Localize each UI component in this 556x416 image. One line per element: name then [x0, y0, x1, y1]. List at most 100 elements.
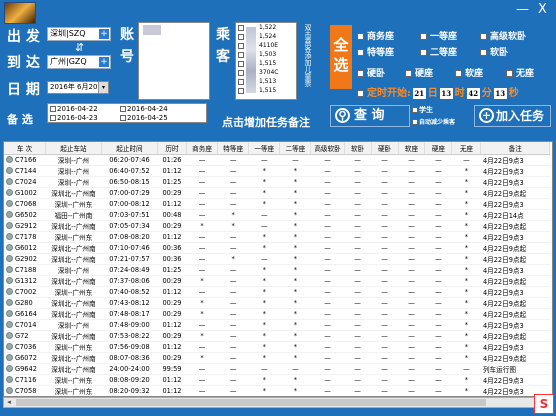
table-row[interactable]: G1002 深圳北--广州南 07:00-07:29 00:29— — * * — — — — — * 4…	[4, 187, 550, 199]
seat-hard-sleeper[interactable]: 硬卧	[357, 66, 385, 79]
to-station-input[interactable]: 广州|GZQ +	[47, 55, 111, 69]
train-number-cell[interactable]: C7178	[4, 231, 46, 243]
query-button[interactable]: ⚲ 查 询	[330, 105, 410, 127]
table-row[interactable]: G72 深圳北--广州南 07:53-08:22 00:29 * — * * — — — — — * 4月2…	[4, 330, 550, 342]
table-row[interactable]: G2902 深圳北--广州南 07:21-07:57 00:36— * — * — — — — — * 4…	[4, 253, 550, 265]
train-number-cell[interactable]: G6072	[4, 352, 46, 364]
row-radio-icon[interactable]	[6, 387, 13, 394]
row-radio-icon[interactable]	[6, 233, 13, 240]
row-radio-icon[interactable]	[6, 156, 13, 163]
seat-deluxe-soft-sleeper[interactable]: 高级软卧	[480, 29, 526, 42]
passenger-item[interactable]: 1,524	[238, 33, 276, 42]
scroll-left-icon[interactable]: ◂	[4, 398, 14, 407]
column-header[interactable]: 车 次	[4, 142, 46, 155]
table-row[interactable]: C7024 深圳--广州 06:50-08:15 01:25— — * * — — — — — * 4月2…	[4, 176, 550, 188]
alt-date-item[interactable]: 2016-04-24	[120, 105, 168, 113]
column-header[interactable]: 特等座	[217, 142, 250, 155]
column-header[interactable]: 起止车站	[45, 142, 102, 155]
student-option[interactable]: 学生	[412, 105, 433, 115]
from-station-dropdown-icon[interactable]: +	[99, 29, 109, 39]
row-radio-icon[interactable]	[6, 178, 13, 185]
row-radio-icon[interactable]	[6, 211, 13, 218]
alt-date-item[interactable]: 2016-04-22	[50, 105, 98, 113]
table-row[interactable]: C7166 深圳--广州 06:20-07:46 01:26— — — — — — — — — —4月2…	[4, 154, 550, 166]
table-row[interactable]: G9642 深圳北--广州南 24:00-24:00 99:59— — — — — — — — — — 列…	[4, 363, 550, 375]
column-header[interactable]: 硬座	[424, 142, 453, 155]
passenger-item[interactable]: 4110E	[238, 42, 278, 51]
seat-second-class[interactable]: 二等座	[420, 45, 457, 58]
table-row[interactable]: G6012 深圳北--广州南 07:10-07:46 00:36— — * * — — — — — * 4…	[4, 242, 550, 254]
alt-date-item[interactable]: 2016-04-25	[120, 114, 168, 122]
row-radio-icon[interactable]	[6, 288, 13, 295]
seat-soft-seat[interactable]: 软座	[455, 66, 483, 79]
column-header[interactable]: 商务座	[186, 142, 219, 155]
passenger-item[interactable]: 3704C	[238, 69, 278, 78]
train-number-cell[interactable]: C7036	[4, 341, 46, 353]
table-row[interactable]: G1312 深圳北--广州南 07:37-08:06 00:29 * — * * — — — — — * 4…	[4, 275, 550, 287]
column-header[interactable]: 无座	[451, 142, 482, 155]
timer-day-input[interactable]: 21	[412, 88, 426, 99]
train-number-cell[interactable]: G1312	[4, 275, 46, 287]
column-header[interactable]: 二等座	[279, 142, 312, 155]
row-radio-icon[interactable]	[6, 200, 13, 207]
account-list[interactable]	[138, 22, 210, 100]
row-radio-icon[interactable]	[6, 376, 13, 383]
train-number-cell[interactable]: C7166	[4, 154, 46, 166]
column-header[interactable]: 软座	[398, 142, 426, 155]
row-radio-icon[interactable]	[6, 266, 13, 273]
from-station-input[interactable]: 深圳|SZQ +	[47, 27, 111, 41]
seat-soft-sleeper[interactable]: 软卧	[480, 45, 508, 58]
passenger-item[interactable]: 1,522	[238, 24, 276, 33]
minimize-button[interactable]: —	[516, 2, 529, 17]
table-row[interactable]: G2912 深圳北--广州南 07:05-07:34 00:29 * * — * — — — — — * 4…	[4, 220, 550, 232]
train-number-cell[interactable]: G280	[4, 297, 46, 309]
train-number-cell[interactable]: C7002	[4, 286, 46, 298]
table-row[interactable]: C7068 深圳--广州东 07:00-08:12 01:12— — * * — — — — — * 4月…	[4, 198, 550, 210]
train-number-cell[interactable]: G6502	[4, 209, 46, 221]
row-radio-icon[interactable]	[6, 255, 13, 262]
train-number-cell[interactable]: C7144	[4, 165, 46, 177]
alt-date-item[interactable]: 2016-04-23	[50, 114, 98, 122]
table-row[interactable]: G6164 深圳北--广州南 07:48-08:17 00:29 * — * * — — — — — * 4…	[4, 308, 550, 320]
timer-minute-input[interactable]: 42	[466, 88, 480, 99]
row-radio-icon[interactable]	[6, 222, 13, 229]
row-radio-icon[interactable]	[6, 332, 13, 339]
row-radio-icon[interactable]	[6, 343, 13, 350]
timer-hour-input[interactable]: 13	[439, 88, 453, 99]
close-button[interactable]: X	[538, 2, 547, 17]
account-entry[interactable]	[143, 25, 161, 35]
calendar-dropdown-icon[interactable]: ▾	[98, 82, 108, 93]
date-picker[interactable]: 2016年 6月20日 ▾	[47, 81, 109, 94]
table-row[interactable]: C7058 深圳--广州东 08:20-09:32 01:12— — * * — — — — — * 4月…	[4, 385, 550, 396]
passenger-item[interactable]: 1,513	[238, 78, 276, 87]
add-task-button[interactable]: + 加入任务	[474, 105, 551, 127]
train-number-cell[interactable]: G2912	[4, 220, 46, 232]
train-number-cell[interactable]: G9642	[4, 363, 46, 375]
train-number-cell[interactable]: C7014	[4, 319, 46, 331]
select-all-button[interactable]: 全 选	[330, 25, 352, 89]
seat-hard-seat[interactable]: 硬座	[405, 66, 433, 79]
row-radio-icon[interactable]	[6, 365, 13, 372]
column-header[interactable]: 一等座	[248, 142, 281, 155]
train-number-cell[interactable]: G2902	[4, 253, 46, 265]
seat-premium[interactable]: 特等座	[357, 45, 394, 58]
passenger-list[interactable]: 1,522 1,524 4110E 1,503 1,515 3704C 1,51…	[235, 22, 297, 100]
column-header[interactable]: 历时	[157, 142, 188, 155]
passenger-item[interactable]: 1,503	[238, 51, 276, 60]
row-radio-icon[interactable]	[6, 354, 13, 361]
table-row[interactable]: C7002 深圳--广州东 07:40-08:52 01:12— — * * — — — — — * 4月…	[4, 286, 550, 298]
row-radio-icon[interactable]	[6, 167, 13, 174]
train-number-cell[interactable]: C7188	[4, 264, 46, 276]
passenger-item[interactable]: 1,515	[238, 60, 276, 69]
train-number-cell[interactable]: C7068	[4, 198, 46, 210]
train-number-cell[interactable]: G1002	[4, 187, 46, 199]
row-radio-icon[interactable]	[6, 321, 13, 328]
train-number-cell[interactable]: C7024	[4, 176, 46, 188]
seat-business[interactable]: 商务座	[357, 29, 394, 42]
seat-no-seat[interactable]: 无座	[506, 66, 534, 79]
row-radio-icon[interactable]	[6, 189, 13, 196]
row-radio-icon[interactable]	[6, 310, 13, 317]
seat-first-class[interactable]: 一等座	[420, 29, 457, 42]
column-header[interactable]: 软卧	[344, 142, 372, 155]
to-station-dropdown-icon[interactable]: +	[99, 57, 109, 67]
